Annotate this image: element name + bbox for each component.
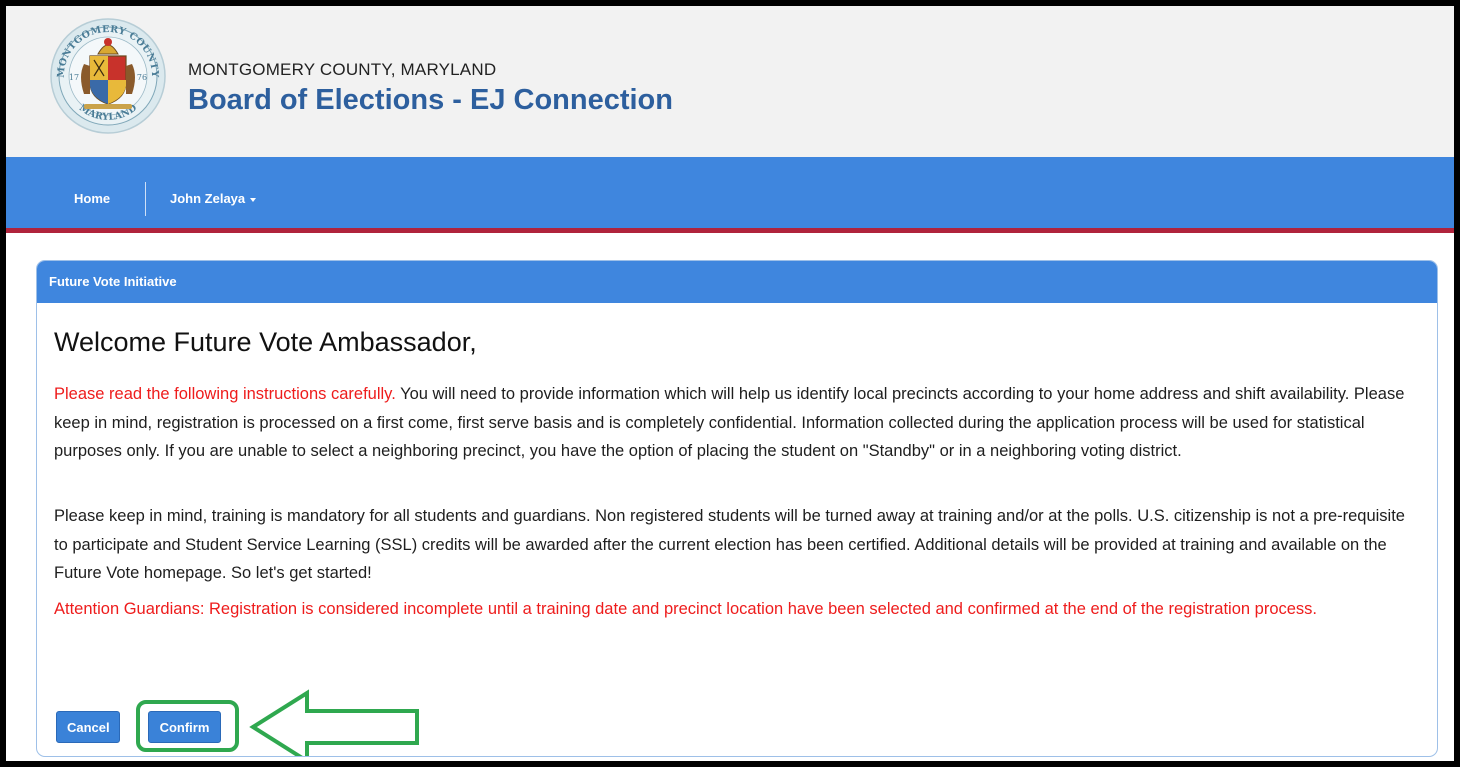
nav-separator xyxy=(145,182,146,216)
site-header: MONTGOMERY COUNTY MARYLAND 17 76 MONTGOM… xyxy=(6,6,1454,157)
left-arrow-icon xyxy=(249,689,419,756)
seal-year-right: 76 xyxy=(137,73,147,82)
welcome-heading: Welcome Future Vote Ambassador, xyxy=(54,327,477,357)
browser-frame: MONTGOMERY COUNTY MARYLAND 17 76 MONTGOM… xyxy=(6,6,1454,761)
cancel-button[interactable]: Cancel xyxy=(56,711,120,743)
caret-down-icon xyxy=(250,197,257,202)
panel-heading: Future Vote Initiative xyxy=(37,261,1437,303)
seal-year-left: 17 xyxy=(69,73,79,82)
nav-bar: Home John Zelaya xyxy=(6,157,1454,233)
future-vote-panel: Future Vote Initiative Welcome Future Vo… xyxy=(36,260,1438,757)
guardian-attention-paragraph: Attention Guardians: Registration is con… xyxy=(54,600,1318,618)
montgomery-county-seal-icon: MONTGOMERY COUNTY MARYLAND 17 76 xyxy=(50,18,166,134)
site-title: Board of Elections - EJ Connection xyxy=(188,84,673,116)
county-name: MONTGOMERY COUNTY, MARYLAND xyxy=(188,60,497,79)
nav-home-link[interactable]: Home xyxy=(74,191,110,206)
instructions-paragraph: Please read the following instructions c… xyxy=(54,380,1420,466)
confirm-button[interactable]: Confirm xyxy=(148,711,221,743)
training-paragraph: Please keep in mind, training is mandato… xyxy=(54,507,1405,583)
user-menu-dropdown[interactable]: John Zelaya xyxy=(170,191,257,206)
user-name: John Zelaya xyxy=(170,191,246,206)
instructions-warning: Please read the following instructions c… xyxy=(54,385,396,403)
